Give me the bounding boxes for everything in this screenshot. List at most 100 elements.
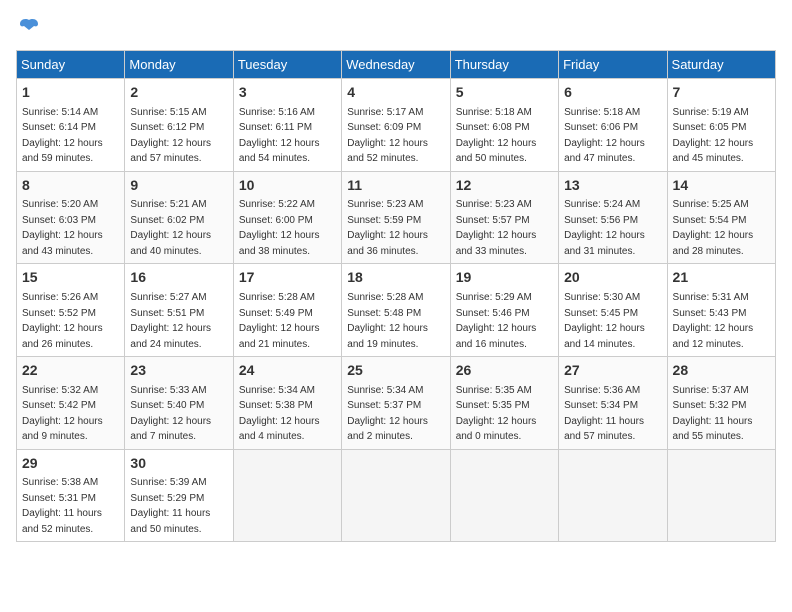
calendar-day-empty bbox=[559, 449, 667, 542]
calendar-day-17: 17Sunrise: 5:28 AMSunset: 5:49 PMDayligh… bbox=[233, 264, 341, 357]
day-number: 26 bbox=[456, 361, 553, 381]
day-info: Sunrise: 5:28 AMSunset: 5:48 PMDaylight:… bbox=[347, 292, 428, 350]
day-info: Sunrise: 5:33 AMSunset: 5:40 PMDaylight:… bbox=[130, 385, 211, 443]
calendar-day-1: 1 Sunrise: 5:14 AMSunset: 6:14 PMDaylight… bbox=[17, 79, 125, 172]
day-info: Sunrise: 5:36 AMSunset: 5:34 PMDaylight:… bbox=[564, 385, 644, 443]
day-number: 15 bbox=[22, 268, 119, 288]
day-number: 20 bbox=[564, 268, 661, 288]
day-info: Sunrise: 5:19 AMSunset: 6:05 PMDaylight:… bbox=[673, 107, 754, 165]
day-number: 16 bbox=[130, 268, 227, 288]
logo-bird-icon bbox=[18, 16, 40, 38]
calendar-day-4: 4 Sunrise: 5:17 AMSunset: 6:09 PMDaylight… bbox=[342, 79, 450, 172]
day-number: 22 bbox=[22, 361, 119, 381]
calendar-day-empty bbox=[450, 449, 558, 542]
day-number: 29 bbox=[22, 454, 119, 474]
day-info: Sunrise: 5:25 AMSunset: 5:54 PMDaylight:… bbox=[673, 199, 754, 257]
day-info: Sunrise: 5:22 AMSunset: 6:00 PMDaylight:… bbox=[239, 199, 320, 257]
day-number: 19 bbox=[456, 268, 553, 288]
day-number: 21 bbox=[673, 268, 770, 288]
day-info: Sunrise: 5:38 AMSunset: 5:31 PMDaylight:… bbox=[22, 477, 102, 535]
day-number: 30 bbox=[130, 454, 227, 474]
day-number: 25 bbox=[347, 361, 444, 381]
day-info: Sunrise: 5:23 AMSunset: 5:59 PMDaylight:… bbox=[347, 199, 428, 257]
calendar-day-10: 10 Sunrise: 5:22 AMSunset: 6:00 PMDayligh… bbox=[233, 171, 341, 264]
header-wednesday: Wednesday bbox=[342, 51, 450, 79]
day-info: Sunrise: 5:18 AMSunset: 6:06 PMDaylight:… bbox=[564, 107, 645, 165]
calendar-week-2: 8Sunrise: 5:20 AMSunset: 6:03 PMDaylight… bbox=[17, 171, 776, 264]
day-number: 7 bbox=[673, 83, 770, 103]
day-number: 23 bbox=[130, 361, 227, 381]
header-tuesday: Tuesday bbox=[233, 51, 341, 79]
day-info: Sunrise: 5:15 AMSunset: 6:12 PMDaylight:… bbox=[130, 107, 211, 165]
calendar-day-6: 6Sunrise: 5:18 AMSunset: 6:06 PMDaylight… bbox=[559, 79, 667, 172]
calendar-day-28: 28 Sunrise: 5:37 AMSunset: 5:32 PMDayligh… bbox=[667, 357, 775, 450]
calendar-day-5: 5 Sunrise: 5:18 AMSunset: 6:08 PMDaylight… bbox=[450, 79, 558, 172]
day-info: Sunrise: 5:29 AMSunset: 5:46 PMDaylight:… bbox=[456, 292, 537, 350]
calendar-day-27: 27 Sunrise: 5:36 AMSunset: 5:34 PMDayligh… bbox=[559, 357, 667, 450]
day-number: 17 bbox=[239, 268, 336, 288]
calendar-day-30: 30Sunrise: 5:39 AMSunset: 5:29 PMDayligh… bbox=[125, 449, 233, 542]
header-monday: Monday bbox=[125, 51, 233, 79]
day-info: Sunrise: 5:34 AMSunset: 5:37 PMDaylight:… bbox=[347, 385, 428, 443]
header-saturday: Saturday bbox=[667, 51, 775, 79]
day-info: Sunrise: 5:35 AMSunset: 5:35 PMDaylight:… bbox=[456, 385, 537, 443]
calendar-day-16: 16 Sunrise: 5:27 AMSunset: 5:51 PMDayligh… bbox=[125, 264, 233, 357]
day-info: Sunrise: 5:17 AMSunset: 6:09 PMDaylight:… bbox=[347, 107, 428, 165]
calendar-day-2: 2 Sunrise: 5:15 AMSunset: 6:12 PMDaylight… bbox=[125, 79, 233, 172]
calendar-day-15: 15Sunrise: 5:26 AMSunset: 5:52 PMDayligh… bbox=[17, 264, 125, 357]
calendar-day-empty bbox=[342, 449, 450, 542]
day-number: 28 bbox=[673, 361, 770, 381]
day-number: 10 bbox=[239, 176, 336, 196]
day-number: 18 bbox=[347, 268, 444, 288]
header-friday: Friday bbox=[559, 51, 667, 79]
calendar-day-26: 26 Sunrise: 5:35 AMSunset: 5:35 PMDayligh… bbox=[450, 357, 558, 450]
header-thursday: Thursday bbox=[450, 51, 558, 79]
logo-text bbox=[16, 16, 42, 38]
day-info: Sunrise: 5:34 AMSunset: 5:38 PMDaylight:… bbox=[239, 385, 320, 443]
day-number: 4 bbox=[347, 83, 444, 103]
day-number: 14 bbox=[673, 176, 770, 196]
calendar-day-9: 9Sunrise: 5:21 AMSunset: 6:02 PMDaylight… bbox=[125, 171, 233, 264]
day-number: 11 bbox=[347, 176, 444, 196]
calendar-week-3: 15Sunrise: 5:26 AMSunset: 5:52 PMDayligh… bbox=[17, 264, 776, 357]
calendar-day-empty bbox=[233, 449, 341, 542]
calendar-day-24: 24 Sunrise: 5:34 AMSunset: 5:38 PMDayligh… bbox=[233, 357, 341, 450]
day-info: Sunrise: 5:16 AMSunset: 6:11 PMDaylight:… bbox=[239, 107, 320, 165]
day-number: 2 bbox=[130, 83, 227, 103]
calendar-day-3: 3 Sunrise: 5:16 AMSunset: 6:11 PMDaylight… bbox=[233, 79, 341, 172]
day-info: Sunrise: 5:14 AMSunset: 6:14 PMDaylight:… bbox=[22, 107, 103, 165]
calendar-day-21: 21Sunrise: 5:31 AMSunset: 5:43 PMDayligh… bbox=[667, 264, 775, 357]
calendar-day-empty bbox=[667, 449, 775, 542]
day-info: Sunrise: 5:23 AMSunset: 5:57 PMDaylight:… bbox=[456, 199, 537, 257]
calendar-day-11: 11 Sunrise: 5:23 AMSunset: 5:59 PMDayligh… bbox=[342, 171, 450, 264]
calendar-week-4: 22Sunrise: 5:32 AMSunset: 5:42 PMDayligh… bbox=[17, 357, 776, 450]
calendar-header-row: SundayMondayTuesdayWednesdayThursdayFrid… bbox=[17, 51, 776, 79]
calendar-week-5: 29 Sunrise: 5:38 AMSunset: 5:31 PMDayligh… bbox=[17, 449, 776, 542]
day-info: Sunrise: 5:20 AMSunset: 6:03 PMDaylight:… bbox=[22, 199, 103, 257]
calendar-day-14: 14 Sunrise: 5:25 AMSunset: 5:54 PMDayligh… bbox=[667, 171, 775, 264]
day-number: 5 bbox=[456, 83, 553, 103]
day-number: 3 bbox=[239, 83, 336, 103]
calendar-day-25: 25 Sunrise: 5:34 AMSunset: 5:37 PMDayligh… bbox=[342, 357, 450, 450]
calendar-day-12: 12Sunrise: 5:23 AMSunset: 5:57 PMDayligh… bbox=[450, 171, 558, 264]
day-info: Sunrise: 5:27 AMSunset: 5:51 PMDaylight:… bbox=[130, 292, 211, 350]
calendar-table: SundayMondayTuesdayWednesdayThursdayFrid… bbox=[16, 50, 776, 542]
calendar-day-7: 7 Sunrise: 5:19 AMSunset: 6:05 PMDaylight… bbox=[667, 79, 775, 172]
day-number: 13 bbox=[564, 176, 661, 196]
day-info: Sunrise: 5:37 AMSunset: 5:32 PMDaylight:… bbox=[673, 385, 753, 443]
day-number: 24 bbox=[239, 361, 336, 381]
logo-block bbox=[16, 16, 44, 38]
logo bbox=[16, 16, 44, 38]
day-info: Sunrise: 5:18 AMSunset: 6:08 PMDaylight:… bbox=[456, 107, 537, 165]
calendar-day-22: 22Sunrise: 5:32 AMSunset: 5:42 PMDayligh… bbox=[17, 357, 125, 450]
calendar-day-23: 23 Sunrise: 5:33 AMSunset: 5:40 PMDayligh… bbox=[125, 357, 233, 450]
calendar-day-18: 18 Sunrise: 5:28 AMSunset: 5:48 PMDayligh… bbox=[342, 264, 450, 357]
day-number: 27 bbox=[564, 361, 661, 381]
calendar-day-29: 29 Sunrise: 5:38 AMSunset: 5:31 PMDayligh… bbox=[17, 449, 125, 542]
day-info: Sunrise: 5:30 AMSunset: 5:45 PMDaylight:… bbox=[564, 292, 645, 350]
header-sunday: Sunday bbox=[17, 51, 125, 79]
calendar-day-13: 13Sunrise: 5:24 AMSunset: 5:56 PMDayligh… bbox=[559, 171, 667, 264]
calendar-day-8: 8Sunrise: 5:20 AMSunset: 6:03 PMDaylight… bbox=[17, 171, 125, 264]
calendar-day-19: 19 Sunrise: 5:29 AMSunset: 5:46 PMDayligh… bbox=[450, 264, 558, 357]
day-number: 1 bbox=[22, 83, 119, 103]
